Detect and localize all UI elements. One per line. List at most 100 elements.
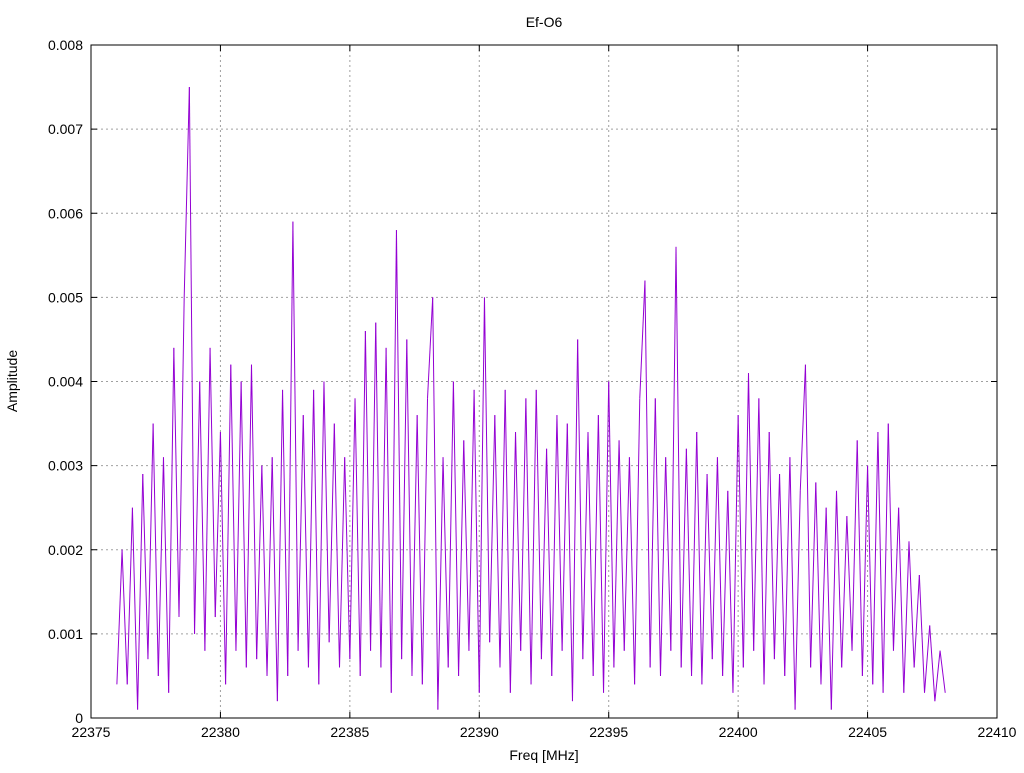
- series-segment: [629, 457, 634, 684]
- x-tick-label: 22385: [330, 724, 369, 740]
- series-segment: [635, 398, 640, 684]
- series-segment: [552, 415, 557, 676]
- series-segment: [324, 382, 329, 643]
- series-segment: [609, 382, 614, 668]
- series-segment: [764, 432, 769, 684]
- series-segment: [288, 222, 293, 676]
- series-segment: [251, 365, 256, 659]
- series-segment: [148, 424, 153, 660]
- series-segment: [795, 491, 800, 710]
- y-axis-label: Amplitude: [4, 350, 20, 412]
- series-segment: [490, 415, 495, 642]
- series-segment: [671, 247, 676, 651]
- series-segment: [805, 365, 810, 668]
- series-segment: [738, 415, 743, 667]
- series-segment: [386, 348, 391, 693]
- series-segment: [754, 398, 759, 650]
- series-segment: [158, 457, 163, 676]
- series-segment: [588, 432, 593, 676]
- series-segment: [210, 348, 215, 617]
- chart: 2237522380223852239022395224002240522410…: [0, 0, 1024, 768]
- series-segment: [314, 390, 319, 684]
- y-tick-label: 0.005: [48, 289, 83, 305]
- series-segment: [215, 432, 220, 617]
- series-segment: [723, 491, 728, 676]
- series-segment: [246, 365, 251, 668]
- series-segment: [862, 466, 867, 676]
- series-segment: [381, 348, 386, 668]
- series-segment: [904, 541, 909, 692]
- series-segment: [557, 415, 562, 651]
- series-segment: [826, 508, 831, 710]
- series-segment: [360, 331, 365, 676]
- series-segment: [868, 466, 873, 685]
- series-segment: [593, 415, 598, 676]
- series-segment: [733, 415, 738, 693]
- series-segment: [308, 390, 313, 668]
- series-segment: [899, 508, 904, 693]
- series-segment: [329, 424, 334, 643]
- series-segment: [505, 390, 510, 693]
- series-segment: [189, 87, 194, 634]
- series-segment: [831, 491, 836, 710]
- series-segment: [702, 474, 707, 684]
- series-segment: [277, 390, 282, 701]
- series-segment: [365, 331, 370, 651]
- series-segment: [422, 398, 427, 684]
- series-segment: [619, 440, 624, 650]
- series-segment: [578, 339, 583, 659]
- series-segment: [893, 508, 898, 651]
- series-segment: [195, 382, 200, 634]
- series-segment: [396, 230, 401, 659]
- series-segment: [371, 323, 376, 651]
- series-segment: [935, 651, 940, 701]
- series-segment: [257, 466, 262, 659]
- series-segment: [283, 390, 288, 676]
- series-segment: [800, 365, 805, 491]
- series-segment: [267, 457, 272, 676]
- series-segment: [516, 432, 521, 651]
- y-tick-label: 0.007: [48, 121, 83, 137]
- series-segment: [484, 297, 489, 642]
- series-segment: [443, 457, 448, 667]
- series-segment: [340, 457, 345, 667]
- x-tick-label: 22380: [201, 724, 240, 740]
- series-segment: [428, 297, 433, 398]
- y-tick-label: 0.008: [48, 37, 83, 53]
- y-tick-label: 0.003: [48, 458, 83, 474]
- series-segment: [583, 432, 588, 659]
- series-segment: [184, 87, 189, 297]
- x-tick-label: 22410: [978, 724, 1017, 740]
- series-segment: [842, 516, 847, 667]
- series-segment: [143, 474, 148, 659]
- series-segment: [666, 457, 671, 650]
- series-segment: [138, 474, 143, 710]
- series-segment: [231, 365, 236, 651]
- series-segment: [350, 398, 355, 659]
- series-segment: [925, 625, 930, 692]
- y-tick-label: 0: [75, 710, 83, 726]
- series-segment: [914, 575, 919, 668]
- series-segment: [821, 508, 826, 685]
- series-segment: [857, 440, 862, 676]
- series-segment: [790, 457, 795, 709]
- chart-title: Ef-O6: [526, 14, 563, 30]
- series-segment: [448, 382, 453, 668]
- series-segment: [407, 339, 412, 676]
- series-segment: [681, 449, 686, 668]
- series-segment: [495, 415, 500, 667]
- series-segment: [236, 382, 241, 651]
- series-segment: [852, 440, 857, 650]
- series-segment: [402, 339, 407, 659]
- series-segment: [262, 466, 267, 676]
- series-segment: [474, 390, 479, 693]
- series-segment: [179, 297, 184, 617]
- series-segment: [541, 449, 546, 659]
- series-segment: [303, 415, 308, 667]
- series-segment: [334, 424, 339, 668]
- series-segment: [598, 415, 603, 693]
- series-segment: [469, 390, 474, 651]
- series-segment: [940, 651, 945, 693]
- series-segment: [930, 625, 935, 701]
- series-segment: [692, 432, 697, 676]
